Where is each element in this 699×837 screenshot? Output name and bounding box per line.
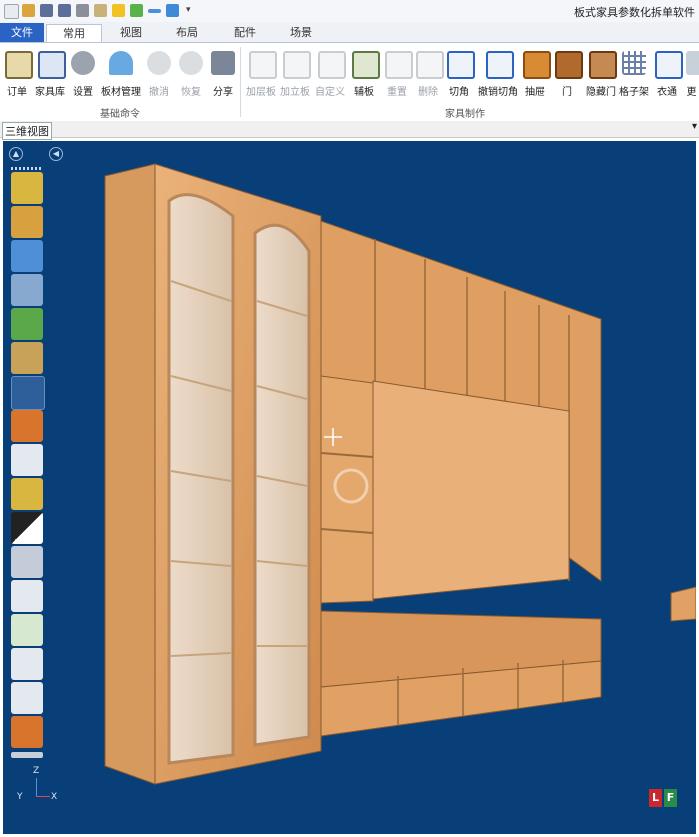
line-icon[interactable] (148, 9, 161, 13)
hide-door-button[interactable]: 隐藏门 (584, 49, 618, 109)
rail-icon (655, 51, 683, 79)
hide-door-icon (589, 51, 617, 79)
ribbon: 订单 家具库 设置 板材管理 撤消 恢复 分享 基础命令 加层板 加立板 自定义 (0, 42, 699, 122)
reset-icon (385, 51, 413, 79)
gear-icon (71, 51, 95, 75)
star-icon[interactable] (112, 4, 125, 17)
box-icon[interactable] (166, 4, 179, 17)
tab-view[interactable]: 视图 (106, 24, 156, 41)
group-separator (240, 47, 241, 117)
axis-z-line (36, 778, 37, 796)
logo-f: F (664, 789, 677, 807)
clipboard-icon (5, 51, 33, 79)
group-basic-label: 基础命令 (100, 109, 140, 120)
redo-button[interactable]: 恢复 (174, 49, 208, 109)
refresh-icon[interactable] (130, 4, 143, 17)
redo-icon (179, 51, 203, 75)
tab-layout[interactable]: 布局 (162, 24, 212, 41)
chamfer-icon (447, 51, 475, 79)
undo-button[interactable]: 撤消 (142, 49, 176, 109)
grid-rack-button[interactable]: 格子架 (617, 49, 651, 109)
door-icon (555, 51, 583, 79)
logo-l: L (649, 789, 662, 807)
more-button[interactable]: 更 (684, 49, 699, 109)
undo-icon (147, 51, 171, 75)
group-furniture-label: 家具制作 (445, 109, 485, 120)
add-vertical-icon (283, 51, 311, 79)
add-vertical-button[interactable]: 加立板 (278, 49, 312, 109)
dropdown-icon[interactable]: ▾ (186, 4, 194, 17)
viewport-3d[interactable]: ▲ ◀ Z Y X L F (3, 141, 696, 834)
view-header: 三维视图 ▾ (0, 121, 699, 140)
axis-z-label: Z (33, 766, 40, 776)
library-icon (38, 51, 66, 79)
new-icon[interactable] (4, 4, 19, 19)
undo-chamfer-icon (486, 51, 514, 79)
pane-menu-icon[interactable]: ▾ (692, 121, 697, 132)
delete-button[interactable]: 删除 (411, 49, 445, 109)
lf-logo: L F (649, 789, 679, 807)
add-shelf-button[interactable]: 加层板 (244, 49, 278, 109)
open-icon[interactable] (22, 4, 35, 17)
right-edge-piece (670, 586, 696, 622)
custom-button[interactable]: 自定义 (313, 49, 347, 109)
share-icon (211, 51, 235, 75)
furniture-model[interactable] (3, 141, 696, 834)
rail-button[interactable]: 衣通 (650, 49, 684, 109)
left-cabinet-side (104, 163, 156, 785)
tab-file[interactable]: 文件 (0, 23, 44, 42)
furniture-library-button[interactable]: 家具库 (33, 49, 67, 109)
save-icon[interactable] (40, 4, 53, 17)
order-button[interactable]: 订单 (0, 49, 34, 109)
board-management-button[interactable]: 板材管理 (101, 49, 141, 109)
tab-scene[interactable]: 场景 (276, 24, 326, 41)
custom-icon (318, 51, 346, 79)
more-icon (686, 51, 699, 75)
tab-parts[interactable]: 配件 (220, 24, 270, 41)
delete-icon (416, 51, 444, 79)
add-shelf-icon (249, 51, 277, 79)
axis-y-label: Y (17, 792, 23, 802)
save-as-icon[interactable] (58, 4, 71, 17)
preview-icon[interactable] (94, 4, 107, 17)
settings-button[interactable]: 设置 (66, 49, 100, 109)
drawer-icon (523, 51, 551, 79)
title-bar: ▾ 板式家具参数化拆单软件 (0, 0, 699, 23)
boards-icon (109, 51, 133, 75)
reset-button[interactable]: 重置 (380, 49, 414, 109)
app-title: 板式家具参数化拆单软件 (574, 6, 695, 19)
aux-board-icon (352, 51, 380, 79)
aux-board-button[interactable]: 辅板 (347, 49, 381, 109)
share-button[interactable]: 分享 (206, 49, 240, 109)
drawer-button[interactable]: 抽屉 (518, 49, 552, 109)
view-title[interactable]: 三维视图 (2, 122, 52, 140)
axis-x-label: X (51, 792, 58, 802)
print-icon[interactable] (76, 4, 89, 17)
axis-indicator: Z Y X (17, 766, 57, 806)
ribbon-tabs: 文件 常用 视图 布局 配件 场景 (0, 22, 699, 42)
grid-rack-icon (622, 51, 646, 75)
door-button[interactable]: 门 (550, 49, 584, 109)
tv-niche (372, 380, 570, 600)
axis-x-line (36, 796, 50, 797)
undo-chamfer-button[interactable]: 撤销切角 (478, 49, 518, 109)
chamfer-button[interactable]: 切角 (442, 49, 476, 109)
tab-common[interactable]: 常用 (46, 24, 102, 42)
